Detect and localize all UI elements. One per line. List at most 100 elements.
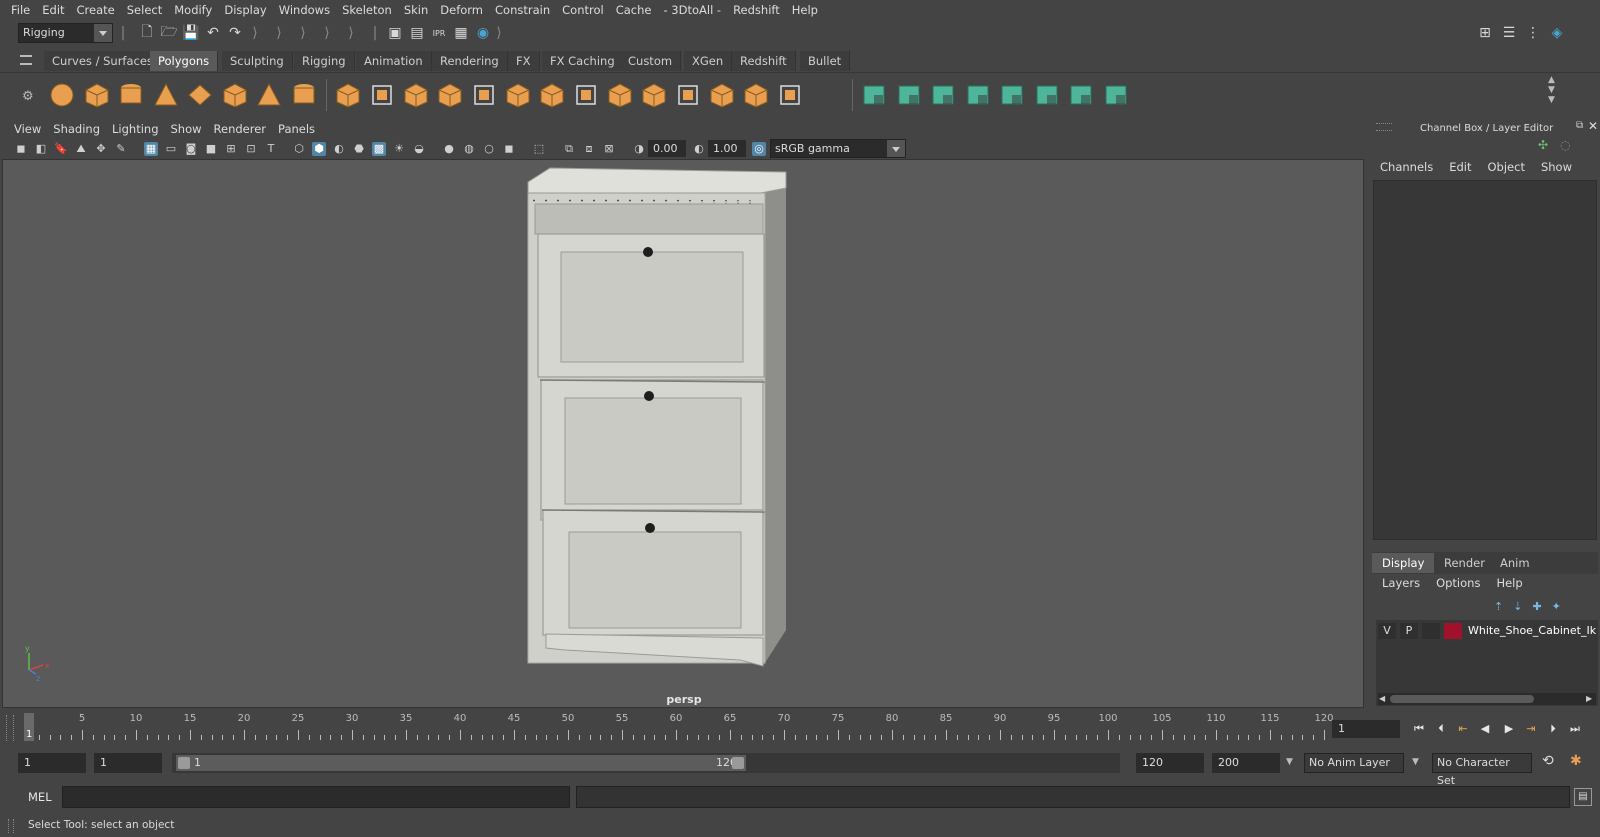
character-set-dropdown[interactable]: No Character Set [1432,753,1532,787]
exposure-field[interactable]: 0.00 [648,140,686,157]
redo-icon[interactable]: ↷ [226,24,244,42]
torus-icon[interactable] [221,81,249,109]
film-gate-icon[interactable]: ▭ [164,142,178,156]
uv-map-icon[interactable] [860,81,888,109]
shelf-scroll-icon[interactable]: ▲ ▼ ▼ [1548,75,1555,105]
float-panel-icon[interactable]: ⧉ [1576,120,1583,131]
pyramid-icon[interactable] [255,81,283,109]
open-scene-icon[interactable]: 🗁 [160,24,178,42]
safe-action-icon[interactable]: ⊡ [244,142,258,156]
layer-visibility-toggle[interactable]: V [1378,623,1396,639]
channel-box-menu-channels[interactable]: Channels [1372,160,1441,180]
command-input[interactable] [62,786,570,808]
cylinder-icon[interactable] [117,81,145,109]
menu-windows[interactable]: Windows [273,3,336,17]
menu-select[interactable]: Select [121,3,168,17]
cube-icon[interactable] [83,81,111,109]
ambient-occlusion-icon[interactable]: ● [442,142,456,156]
animation-end-field[interactable]: 200 [1212,753,1280,773]
menu-redshift[interactable]: Redshift [727,3,786,17]
hypershade-icon[interactable]: ◉ [474,24,492,42]
scroll-right-icon[interactable]: ▶ [1586,694,1592,703]
current-frame-field[interactable]: 1 [1332,720,1400,738]
camera-icon[interactable]: ◼ [14,142,28,156]
shelf-tab-sculpting[interactable]: Sculpting [222,51,293,71]
shadows-icon[interactable]: ◒ [412,142,426,156]
cabinet-model[interactable]: y x z [3,160,1364,708]
drag-handle-icon[interactable] [6,715,14,741]
planar-map-icon[interactable] [895,81,923,109]
shelf-tab-fx[interactable]: FX [508,51,540,71]
plane-icon[interactable] [186,81,214,109]
menu-display[interactable]: Display [218,3,272,17]
cylindrical-map-icon[interactable] [929,81,957,109]
target-weld-icon[interactable] [606,81,634,109]
menu-3dtoall[interactable]: - 3DtoAll - [657,3,727,17]
shelf-tab-rendering[interactable]: Rendering [432,51,508,71]
wireframe-icon[interactable]: ⬡ [292,142,306,156]
new-layer-selected-icon[interactable]: ✦ [1552,600,1571,613]
attribute-editor-icon[interactable]: ☰ [1500,24,1518,42]
cone-icon[interactable] [152,81,180,109]
default-material-icon[interactable]: ◐ [332,142,346,156]
xray-icon[interactable]: ⧉ [562,142,576,156]
extrude-icon[interactable] [674,81,702,109]
layer-tab-render[interactable]: Render [1434,553,1495,573]
menu-deform[interactable]: Deform [434,3,489,17]
save-scene-icon[interactable]: 💾 [182,24,200,42]
scroll-left-icon[interactable]: ◀ [1379,694,1385,703]
separate-icon[interactable] [368,81,396,109]
menu-control[interactable]: Control [556,3,610,17]
layer-color-swatch[interactable] [1444,623,1462,639]
shelf-tab-polygons[interactable]: Polygons [150,51,219,71]
render-frame-icon[interactable]: ▤ [408,24,426,42]
layer-menu-help[interactable]: Help [1488,576,1530,596]
channel-box-area[interactable] [1373,180,1597,540]
layer-playback-toggle[interactable]: P [1400,623,1418,639]
gamma-field[interactable]: 1.00 [708,140,746,157]
chevron-down-icon[interactable]: ▼ [1286,757,1293,767]
isolate-select-icon[interactable]: ⬚ [532,142,546,156]
shelf-tab-bullet[interactable]: Bullet [800,51,851,71]
layer-horizontal-scrollbar[interactable]: ◀ ▶ [1378,693,1596,705]
ipr-render-icon[interactable]: IPR [430,24,448,42]
layer-tab-anim[interactable]: Anim [1490,553,1540,573]
play-forwards-icon[interactable]: ▶ [1500,721,1518,737]
menu-skin[interactable]: Skin [398,3,434,17]
move-layer-up-icon[interactable]: ⇡ [1494,600,1513,613]
new-scene-icon[interactable]: 🗋 [138,24,156,42]
time-slider[interactable]: 1 5 10 15 20 25 30 35 40 45 50 55 60 65 70 75 80 85 90 95 1… [22,713,1334,743]
channel-box-menu-edit[interactable]: Edit [1441,160,1479,180]
grid-icon[interactable]: ▦ [144,142,158,156]
channel-box-menu-object[interactable]: Object [1480,160,1533,180]
step-forward-frame-icon[interactable]: ⏵ [1544,721,1562,737]
viewport-menu-lighting[interactable]: Lighting [106,122,164,136]
shelf-tab-custom[interactable]: Custom [620,51,682,71]
render-view-icon[interactable]: ▣ [386,24,404,42]
anti-aliasing-icon[interactable]: ○ [482,142,496,156]
use-all-lights-icon[interactable]: ☀ [392,142,406,156]
undo-icon[interactable]: ↶ [204,24,222,42]
auto-key-icon[interactable]: ⟲ [1542,753,1554,769]
gear-icon[interactable]: ⚙ [22,89,34,104]
viewport-menu-view[interactable]: View [8,122,47,136]
script-language-label[interactable]: MEL [28,790,52,804]
render-settings-icon[interactable]: ▦ [452,24,470,42]
merge-icon[interactable] [776,81,804,109]
shelf-tab-rigging[interactable]: Rigging [294,51,355,71]
channel-box-icon[interactable]: ◈ [1548,24,1566,42]
shelf-tab-curves-surfaces[interactable]: Curves / Surfaces [44,51,162,71]
chevron-down-icon[interactable]: ▼ [1412,757,1419,767]
layer-tools-icons[interactable]: ⇡⇣✚✦ [1494,600,1571,613]
range-slider[interactable]: 1 120 [172,753,1120,773]
playback-start-field[interactable]: 1 [94,753,162,773]
exposure-icon[interactable]: ◑ [632,142,646,156]
drag-handle-icon[interactable] [1376,123,1392,131]
range-start-handle[interactable] [178,757,190,769]
bridge-icon[interactable] [640,81,668,109]
move-layer-down-icon[interactable]: ⇣ [1513,600,1532,613]
smooth-icon[interactable] [436,81,464,109]
scrollbar-thumb[interactable] [1390,695,1534,703]
field-chart-icon[interactable]: ⊞ [224,142,238,156]
shelf-tab-fx-caching[interactable]: FX Caching [542,51,624,71]
